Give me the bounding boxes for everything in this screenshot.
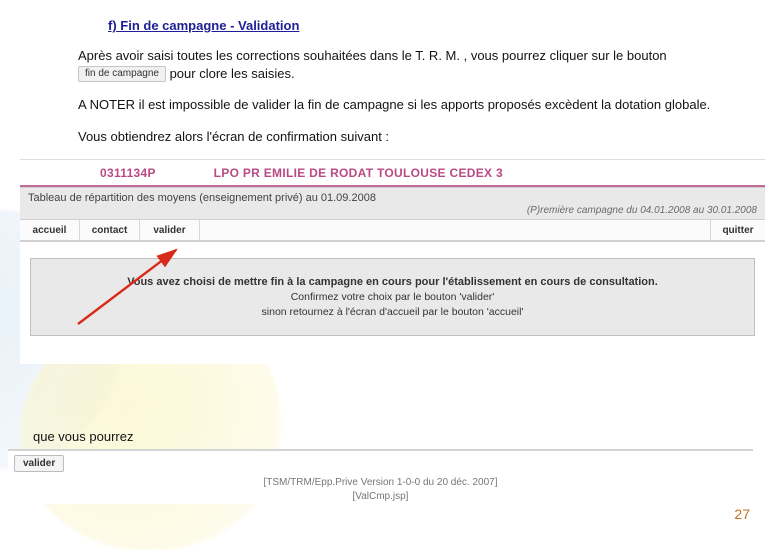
trm-subtitle: (P)remière campagne du 04.01.2008 au 30.… bbox=[28, 205, 757, 216]
tab-contact[interactable]: contact bbox=[80, 220, 140, 241]
valider-button[interactable]: valider bbox=[14, 455, 64, 472]
school-header: 0311134P LPO PR EMILIE DE RODAT TOULOUSE… bbox=[20, 160, 765, 183]
paragraph-1a: Après avoir saisi toutes les corrections… bbox=[78, 48, 667, 63]
tab-accueil[interactable]: accueil bbox=[20, 220, 80, 241]
school-name: LPO PR EMILIE DE RODAT TOULOUSE CEDEX 3 bbox=[214, 166, 503, 180]
confirm-line-1: Vous avez choisi de mettre fin à la camp… bbox=[127, 275, 658, 290]
paragraph-3: Vous obtiendrez alors l'écran de confirm… bbox=[78, 128, 740, 146]
section-heading: f) Fin de campagne - Validation bbox=[108, 18, 740, 33]
paragraph-note: A NOTER il est impossible de valider la … bbox=[78, 96, 740, 114]
confirm-line-3: sinon retournez à l'écran d'accueil par … bbox=[262, 305, 524, 320]
jsp-meta: [ValCmp.jsp] bbox=[8, 490, 753, 504]
tab-valider[interactable]: valider bbox=[140, 220, 200, 241]
nav-tabs: accueil contact valider quitter bbox=[20, 220, 765, 242]
embedded-screenshot: 0311134P LPO PR EMILIE DE RODAT TOULOUSE… bbox=[20, 159, 765, 364]
fin-de-campagne-button[interactable]: fin de campagne bbox=[78, 66, 166, 82]
paragraph-1: Après avoir saisi toutes les corrections… bbox=[78, 47, 740, 82]
page-number: 27 bbox=[734, 506, 750, 522]
trm-title: Tableau de répartition des moyens (ensei… bbox=[28, 192, 757, 204]
footer-text: que vous pourrez bbox=[0, 427, 150, 444]
paragraph-1b: pour clore les saisies. bbox=[170, 66, 295, 81]
school-code: 0311134P bbox=[100, 166, 210, 180]
tab-quitter[interactable]: quitter bbox=[710, 220, 765, 241]
trm-title-bar: Tableau de répartition des moyens (ensei… bbox=[20, 187, 765, 220]
version-meta: [TSM/TRM/Epp.Prive Version 1-0-0 du 20 d… bbox=[8, 476, 753, 490]
confirmation-box: Vous avez choisi de mettre fin à la camp… bbox=[30, 258, 755, 336]
confirm-line-2: Confirmez votre choix par le bouton 'val… bbox=[291, 290, 495, 305]
